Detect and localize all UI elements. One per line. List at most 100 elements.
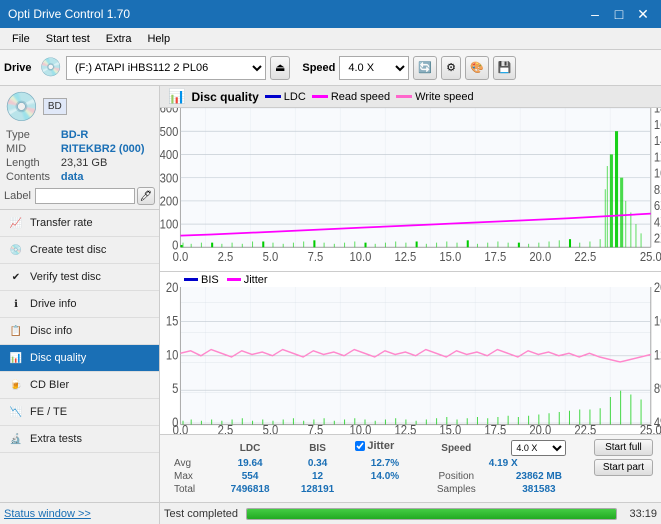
speed-label: Speed	[302, 62, 335, 74]
verify-test-disc-icon: ✔	[8, 269, 24, 285]
read-speed-legend-color	[312, 95, 328, 98]
nav-disc-info[interactable]: 📋 Disc info	[0, 318, 159, 345]
svg-text:500: 500	[160, 124, 179, 139]
nav-create-test-disc[interactable]: 💿 Create test disc	[0, 237, 159, 264]
max-jitter: 14.0%	[349, 470, 420, 483]
svg-text:25.0: 25.0	[640, 422, 661, 434]
nav-transfer-rate[interactable]: 📈 Transfer rate	[0, 210, 159, 237]
svg-text:10X: 10X	[654, 166, 661, 181]
minimize-button[interactable]: –	[585, 4, 605, 24]
nav-drive-info[interactable]: ℹ Drive info	[0, 291, 159, 318]
samples-value: 381583	[492, 483, 586, 496]
bis-legend: BIS	[184, 274, 219, 286]
maximize-button[interactable]: □	[609, 4, 629, 24]
svg-text:16X: 16X	[654, 117, 661, 132]
eject-button[interactable]: ⏏	[270, 56, 290, 80]
drive-select[interactable]: (F:) ATAPI iHBS112 2 PL06	[66, 56, 266, 80]
disc-info-panel: 💿 BD Type BD-R MID RITEKBR2 (000) Length…	[0, 86, 159, 210]
svg-text:600: 600	[160, 108, 179, 116]
menu-help[interactable]: Help	[139, 31, 178, 47]
nav-buttons: 📈 Transfer rate 💿 Create test disc ✔ Ver…	[0, 210, 159, 453]
nav-disc-quality[interactable]: 📊 Disc quality	[0, 345, 159, 372]
svg-text:15: 15	[166, 313, 179, 328]
total-label: Total	[168, 483, 214, 496]
menu-extra[interactable]: Extra	[98, 31, 140, 47]
samples-label: Samples	[421, 483, 492, 496]
svg-text:12.5: 12.5	[394, 422, 416, 434]
svg-text:8%: 8%	[654, 381, 661, 396]
status-window-button[interactable]: Status window >>	[4, 508, 91, 520]
status-left: Status window >>	[0, 503, 160, 524]
svg-text:2X: 2X	[654, 231, 661, 246]
col-header-ldc: LDC	[214, 439, 285, 457]
svg-text:25.0: 25.0	[640, 250, 661, 265]
svg-text:6X: 6X	[654, 198, 661, 213]
nav-fe-te[interactable]: 📉 FE / TE	[0, 399, 159, 426]
svg-text:5: 5	[172, 381, 178, 396]
color-button[interactable]: 🎨	[465, 56, 489, 80]
start-full-button[interactable]: Start full	[594, 439, 653, 456]
label-apply-button[interactable]: 🖊	[137, 187, 155, 205]
speed-select[interactable]: 4.0 X	[339, 56, 409, 80]
ldc-legend: LDC	[265, 91, 306, 103]
sidebar: 💿 BD Type BD-R MID RITEKBR2 (000) Length…	[0, 86, 160, 502]
jitter-checkbox[interactable]	[355, 441, 365, 451]
close-button[interactable]: ✕	[633, 4, 653, 24]
svg-text:5.0: 5.0	[263, 422, 279, 434]
disc-table: Type BD-R MID RITEKBR2 (000) Length 23,3…	[4, 127, 155, 185]
svg-text:18X: 18X	[654, 108, 661, 116]
save-button[interactable]: 💾	[493, 56, 517, 80]
max-row: Max 554 12 14.0% Position 23862 MB	[168, 470, 586, 483]
bottom-chart-legend: BIS Jitter	[184, 274, 268, 286]
speed-select2[interactable]: 4.0 X	[511, 440, 566, 456]
disc-mid-row: MID RITEKBR2 (000)	[6, 143, 153, 155]
avg-jitter: 12.7%	[349, 457, 420, 470]
chart-header: 📊 Disc quality LDC Read speed Write spee…	[160, 86, 661, 108]
max-bis: 12	[286, 470, 350, 483]
avg-bis: 0.34	[286, 457, 350, 470]
settings-button[interactable]: ⚙	[441, 56, 461, 80]
disc-contents-row: Contents data	[6, 171, 153, 183]
svg-text:15.0: 15.0	[439, 250, 461, 265]
svg-text:5.0: 5.0	[263, 250, 279, 265]
create-test-disc-icon: 💿	[8, 242, 24, 258]
svg-text:300: 300	[160, 171, 179, 186]
start-part-button[interactable]: Start part	[594, 459, 653, 476]
contents-label: Contents	[6, 171, 59, 183]
top-chart-panel: 600 500 400 300 200 100 0 18X 16X 14X 12…	[160, 108, 661, 272]
nav-verify-test-disc[interactable]: ✔ Verify test disc	[0, 264, 159, 291]
svg-text:100: 100	[160, 217, 179, 232]
disc-badge: BD	[43, 98, 67, 115]
status-text: Test completed	[164, 508, 238, 520]
svg-text:2.5: 2.5	[218, 250, 234, 265]
svg-text:22.5: 22.5	[574, 422, 596, 434]
svg-text:10: 10	[166, 347, 179, 362]
svg-text:22.5: 22.5	[574, 250, 596, 265]
bottom-chart-svg: 20 15 10 5 0 20% 16% 12% 8% 4% 0.0 2.5	[160, 272, 661, 435]
svg-text:12%: 12%	[654, 347, 661, 362]
transfer-rate-icon: 📈	[8, 215, 24, 231]
svg-text:14X: 14X	[654, 133, 661, 148]
col-header-empty	[168, 439, 214, 457]
disc-type-icon: 💿	[4, 90, 39, 123]
total-bis: 128191	[286, 483, 350, 496]
svg-text:0.0: 0.0	[173, 250, 189, 265]
label-input[interactable]	[35, 188, 135, 204]
nav-cd-bier[interactable]: 🍺 CD BIer	[0, 372, 159, 399]
menu-bar: File Start test Extra Help	[0, 28, 661, 50]
svg-text:10.0: 10.0	[349, 422, 371, 434]
nav-extra-tests[interactable]: 🔬 Extra tests	[0, 426, 159, 453]
progress-bar-container	[246, 508, 617, 520]
title-bar: Opti Drive Control 1.70 – □ ✕	[0, 0, 661, 28]
refresh-button[interactable]: 🔄	[413, 56, 437, 80]
svg-text:200: 200	[160, 194, 179, 209]
status-right: Test completed 33:19	[160, 508, 661, 520]
svg-text:8X: 8X	[654, 182, 661, 197]
menu-file[interactable]: File	[4, 31, 38, 47]
type-label: Type	[6, 129, 59, 141]
svg-text:20.0: 20.0	[529, 422, 551, 434]
write-speed-legend-color	[396, 95, 412, 98]
svg-text:0.0: 0.0	[173, 422, 189, 434]
svg-text:15.0: 15.0	[439, 422, 461, 434]
menu-start-test[interactable]: Start test	[38, 31, 98, 47]
